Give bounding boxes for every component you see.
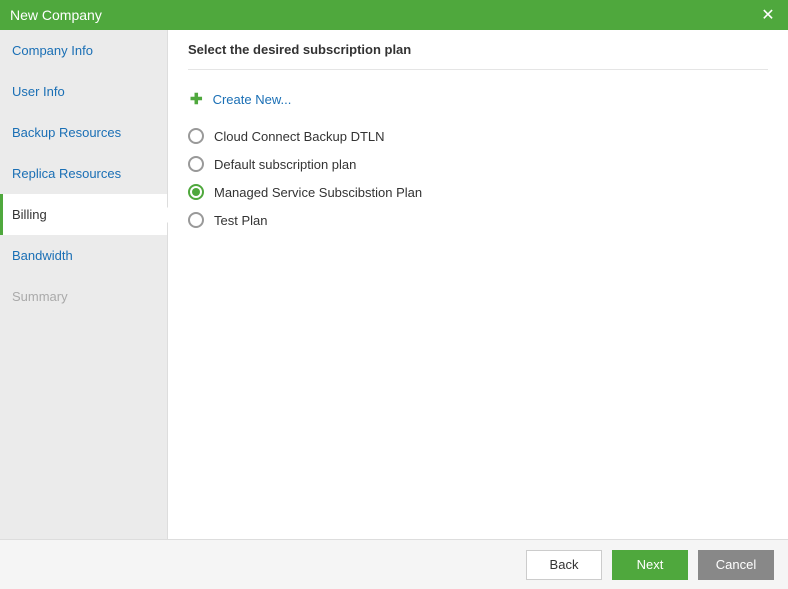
main-content: Select the desired subscription plan ✚ C… <box>168 30 788 539</box>
create-new-link[interactable]: ✚ Create New... <box>190 90 768 108</box>
plan-label: Default subscription plan <box>214 157 356 172</box>
next-button[interactable]: Next <box>612 550 688 580</box>
sidebar-item-label: Company Info <box>12 43 93 58</box>
footer: Back Next Cancel <box>0 539 788 589</box>
create-new-label: Create New... <box>213 92 292 107</box>
sidebar-item-label: User Info <box>12 84 65 99</box>
back-button[interactable]: Back <box>526 550 602 580</box>
plan-label: Cloud Connect Backup DTLN <box>214 129 385 144</box>
plus-icon: ✚ <box>190 90 203 108</box>
plan-option-cloud-connect[interactable]: Cloud Connect Backup DTLN <box>188 122 768 150</box>
sidebar-item-summary: Summary <box>0 276 167 317</box>
sidebar-item-label: Bandwidth <box>12 248 73 263</box>
radio-icon <box>188 156 204 172</box>
plan-label: Test Plan <box>214 213 267 228</box>
close-button[interactable]: ✕ <box>758 5 778 25</box>
sidebar-item-label: Replica Resources <box>12 166 121 181</box>
plan-option-test-plan[interactable]: Test Plan <box>188 206 768 234</box>
sidebar: Company Info User Info Backup Resources … <box>0 30 168 539</box>
sidebar-item-user-info[interactable]: User Info <box>0 71 167 112</box>
sidebar-item-label: Summary <box>12 289 68 304</box>
titlebar: New Company ✕ <box>0 0 788 30</box>
page-heading: Select the desired subscription plan <box>188 42 768 70</box>
sidebar-item-replica-resources[interactable]: Replica Resources <box>0 153 167 194</box>
sidebar-item-label: Backup Resources <box>12 125 121 140</box>
sidebar-item-company-info[interactable]: Company Info <box>0 30 167 71</box>
radio-icon <box>188 128 204 144</box>
radio-icon-selected <box>188 184 204 200</box>
sidebar-item-billing[interactable]: Billing <box>0 194 167 235</box>
cancel-button[interactable]: Cancel <box>698 550 774 580</box>
sidebar-item-bandwidth[interactable]: Bandwidth <box>0 235 167 276</box>
plan-label: Managed Service Subscibstion Plan <box>214 185 422 200</box>
radio-icon <box>188 212 204 228</box>
titlebar-title: New Company <box>10 7 758 23</box>
plan-option-managed-service[interactable]: Managed Service Subscibstion Plan <box>188 178 768 206</box>
close-icon: ✕ <box>761 5 774 25</box>
plan-option-default[interactable]: Default subscription plan <box>188 150 768 178</box>
body-area: Company Info User Info Backup Resources … <box>0 30 788 539</box>
sidebar-item-backup-resources[interactable]: Backup Resources <box>0 112 167 153</box>
sidebar-item-label: Billing <box>12 207 47 222</box>
